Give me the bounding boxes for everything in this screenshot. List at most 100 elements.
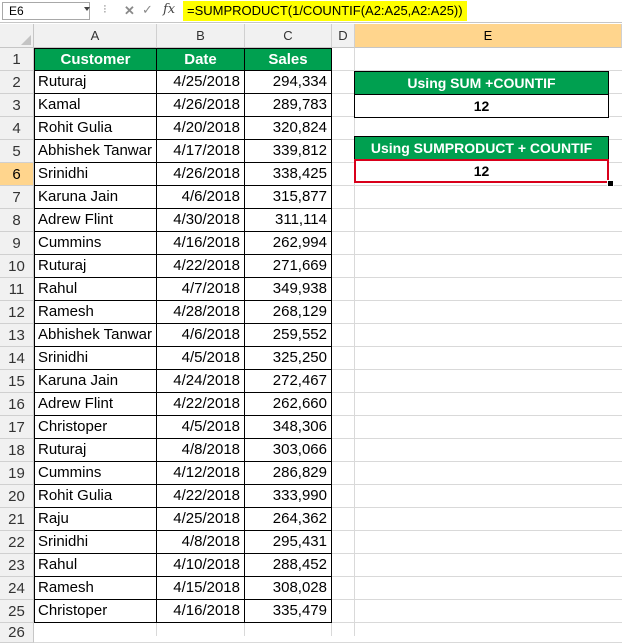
sales-cell[interactable]: 272,467 (245, 370, 332, 393)
worksheet-grid[interactable]: Customer Date Sales Ruturaj 4/25/2018 294,334… (34, 48, 622, 643)
chevron-down-icon[interactable] (84, 7, 90, 11)
row-header-1[interactable]: 1 (0, 48, 34, 71)
date-cell[interactable]: 4/17/2018 (157, 140, 245, 163)
customer-cell[interactable]: Srinidhi (34, 347, 157, 370)
name-box[interactable]: E6 (2, 2, 90, 20)
sales-cell[interactable]: 303,066 (245, 439, 332, 462)
customer-cell[interactable]: Cummins (34, 232, 157, 255)
customer-cell[interactable]: Abhishek Tanwar (34, 324, 157, 347)
customer-cell[interactable]: Ramesh (34, 301, 157, 324)
row-header-22[interactable]: 22 (0, 531, 34, 554)
sales-cell[interactable]: 339,812 (245, 140, 332, 163)
date-cell[interactable]: 4/26/2018 (157, 163, 245, 186)
sales-cell[interactable]: 259,552 (245, 324, 332, 347)
customer-cell[interactable]: Raju (34, 508, 157, 531)
row-header-4[interactable]: 4 (0, 117, 34, 140)
date-cell[interactable]: 4/5/2018 (157, 416, 245, 439)
customer-cell[interactable]: Christoper (34, 600, 157, 623)
customer-cell[interactable]: Rahul (34, 554, 157, 577)
fill-handle[interactable] (607, 180, 614, 187)
date-cell[interactable]: 4/24/2018 (157, 370, 245, 393)
date-cell[interactable]: 4/5/2018 (157, 347, 245, 370)
column-header-a[interactable]: A (34, 24, 157, 48)
row-header-21[interactable]: 21 (0, 508, 34, 531)
sales-cell[interactable]: 268,129 (245, 301, 332, 324)
customer-cell[interactable]: Rahul (34, 278, 157, 301)
sales-cell[interactable]: 349,938 (245, 278, 332, 301)
customer-cell[interactable]: Ruturaj (34, 255, 157, 278)
row-header-6[interactable]: 6 (0, 163, 34, 186)
customer-cell[interactable]: Srinidhi (34, 531, 157, 554)
row-header-13[interactable]: 13 (0, 324, 34, 347)
customer-cell[interactable]: Abhishek Tanwar (34, 140, 157, 163)
customer-cell[interactable]: Ruturaj (34, 71, 157, 94)
row-header-19[interactable]: 19 (0, 462, 34, 485)
sales-cell[interactable]: 294,334 (245, 71, 332, 94)
row-header-12[interactable]: 12 (0, 301, 34, 324)
row-header-20[interactable]: 20 (0, 485, 34, 508)
cancel-icon[interactable]: ✕ (124, 3, 135, 19)
sales-cell[interactable]: 289,783 (245, 94, 332, 117)
date-cell[interactable]: 4/16/2018 (157, 600, 245, 623)
sales-cell[interactable]: 264,362 (245, 508, 332, 531)
date-cell[interactable]: 4/6/2018 (157, 186, 245, 209)
row-header-7[interactable]: 7 (0, 186, 34, 209)
formula-input[interactable]: =SUMPRODUCT(1/COUNTIF(A2:A25,A2:A25)) (183, 1, 467, 21)
sales-cell[interactable]: 308,028 (245, 577, 332, 600)
sales-cell[interactable]: 262,660 (245, 393, 332, 416)
date-cell[interactable]: 4/26/2018 (157, 94, 245, 117)
sales-cell[interactable]: 271,669 (245, 255, 332, 278)
select-all-corner[interactable] (0, 24, 34, 48)
check-icon[interactable]: ✓ (142, 2, 153, 18)
row-header-23[interactable]: 23 (0, 554, 34, 577)
table-header-date[interactable]: Date (157, 48, 245, 71)
customer-cell[interactable]: Ruturaj (34, 439, 157, 462)
row-header-24[interactable]: 24 (0, 577, 34, 600)
date-cell[interactable]: 4/16/2018 (157, 232, 245, 255)
date-cell[interactable]: 4/7/2018 (157, 278, 245, 301)
customer-cell[interactable]: Rohit Gulia (34, 117, 157, 140)
date-cell[interactable]: 4/25/2018 (157, 508, 245, 531)
row-header-2[interactable]: 2 (0, 71, 34, 94)
date-cell[interactable]: 4/22/2018 (157, 485, 245, 508)
date-cell[interactable]: 4/8/2018 (157, 439, 245, 462)
date-cell[interactable]: 4/15/2018 (157, 577, 245, 600)
row-header-25[interactable]: 25 (0, 600, 34, 623)
table-header-customer[interactable]: Customer (34, 48, 157, 71)
customer-cell[interactable]: Adrew Flint (34, 209, 157, 232)
active-cell-e6[interactable]: 12 (354, 159, 609, 183)
customer-cell[interactable]: Karuna Jain (34, 370, 157, 393)
sales-cell[interactable]: 288,452 (245, 554, 332, 577)
customer-cell[interactable]: Christoper (34, 416, 157, 439)
date-cell[interactable]: 4/6/2018 (157, 324, 245, 347)
sales-cell[interactable]: 262,994 (245, 232, 332, 255)
sales-cell[interactable]: 320,824 (245, 117, 332, 140)
sales-cell[interactable]: 315,877 (245, 186, 332, 209)
date-cell[interactable]: 4/10/2018 (157, 554, 245, 577)
row-header-9[interactable]: 9 (0, 232, 34, 255)
sales-cell[interactable]: 338,425 (245, 163, 332, 186)
sales-cell[interactable]: 333,990 (245, 485, 332, 508)
sales-cell[interactable]: 311,114 (245, 209, 332, 232)
date-cell[interactable]: 4/22/2018 (157, 255, 245, 278)
row-header-15[interactable]: 15 (0, 370, 34, 393)
column-header-c[interactable]: C (245, 24, 332, 48)
sales-cell[interactable]: 286,829 (245, 462, 332, 485)
sales-cell[interactable]: 325,250 (245, 347, 332, 370)
column-header-d[interactable]: D (332, 24, 355, 48)
row-header-26[interactable]: 26 (0, 623, 34, 643)
sales-cell[interactable]: 335,479 (245, 600, 332, 623)
row-header-18[interactable]: 18 (0, 439, 34, 462)
date-cell[interactable]: 4/22/2018 (157, 393, 245, 416)
date-cell[interactable]: 4/30/2018 (157, 209, 245, 232)
column-header-e[interactable]: E (355, 24, 622, 48)
row-header-8[interactable]: 8 (0, 209, 34, 232)
result-value-1[interactable]: 12 (354, 94, 609, 118)
date-cell[interactable]: 4/20/2018 (157, 117, 245, 140)
row-header-14[interactable]: 14 (0, 347, 34, 370)
date-cell[interactable]: 4/8/2018 (157, 531, 245, 554)
row-header-3[interactable]: 3 (0, 94, 34, 117)
customer-cell[interactable]: Ramesh (34, 577, 157, 600)
customer-cell[interactable]: Srinidhi (34, 163, 157, 186)
customer-cell[interactable]: Karuna Jain (34, 186, 157, 209)
